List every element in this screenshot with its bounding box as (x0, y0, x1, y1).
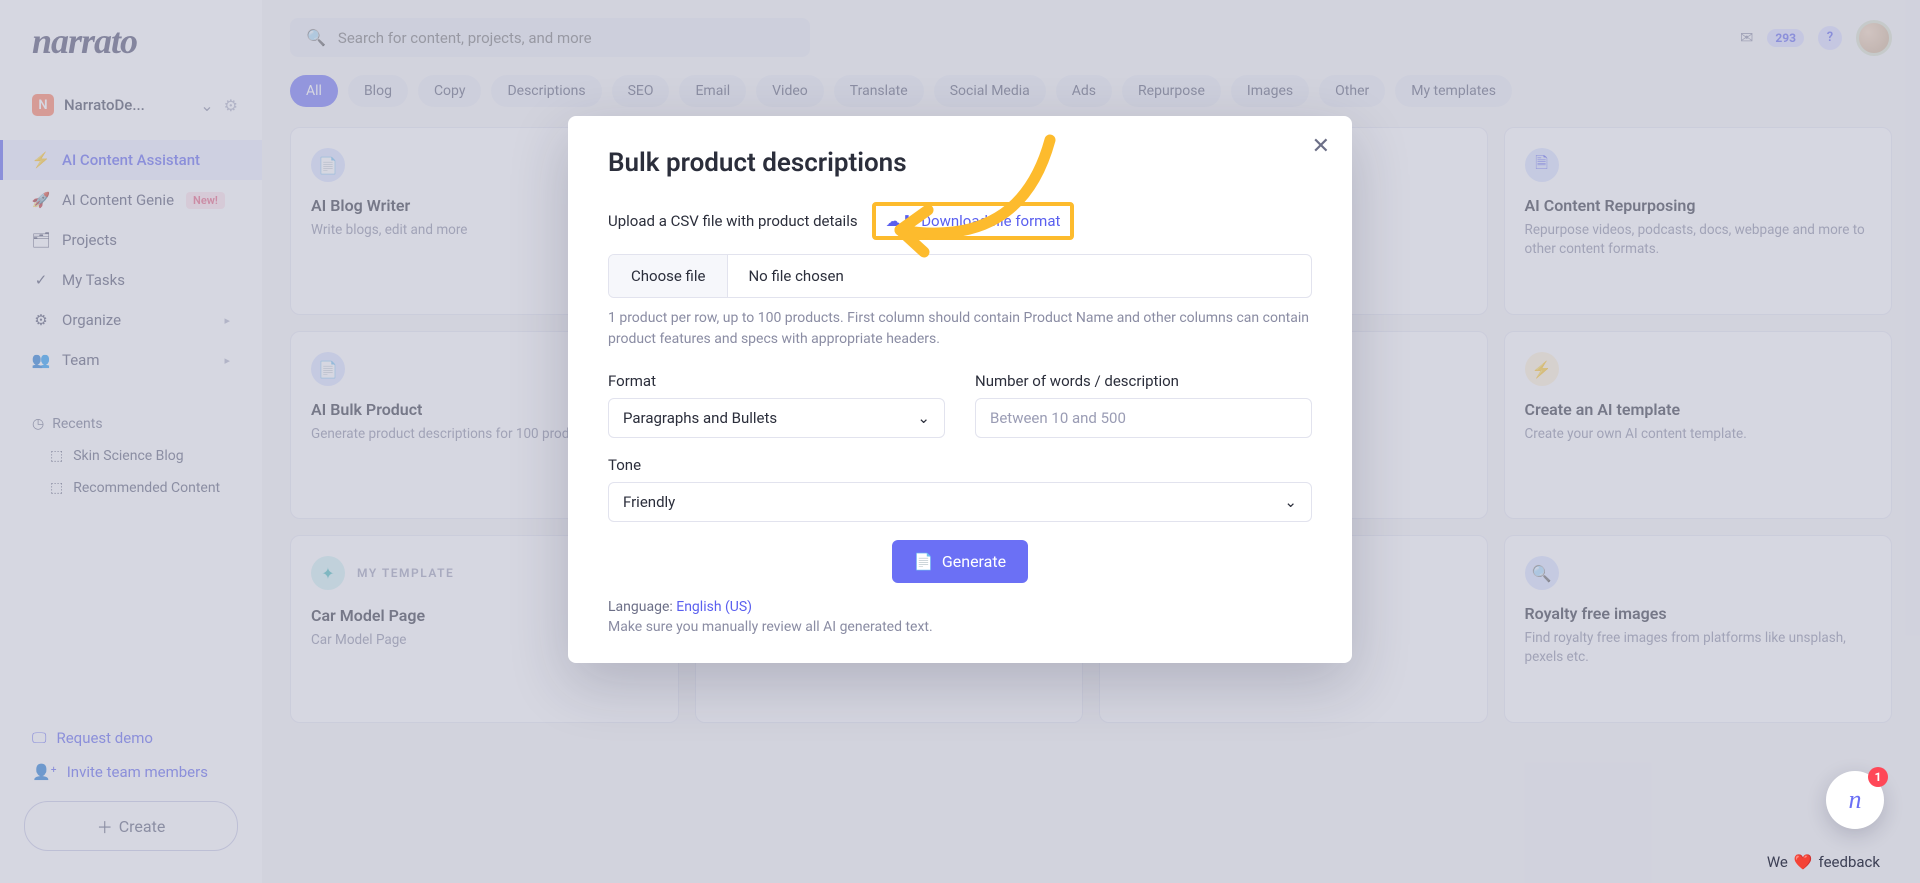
bulk-product-modal: ✕ Bulk product descriptions Upload a CSV… (568, 116, 1352, 663)
file-input-row: Choose file No file chosen (608, 254, 1312, 298)
heart-icon: ❤️ (1794, 853, 1813, 871)
close-button[interactable]: ✕ (1312, 134, 1330, 159)
review-note: Make sure you manually review all AI gen… (608, 619, 1312, 635)
language-link[interactable]: English (US) (676, 599, 752, 615)
chat-bubble-button[interactable]: n 1 (1826, 771, 1884, 829)
choose-file-button[interactable]: Choose file (609, 255, 728, 297)
chevron-down-icon: ⌄ (1284, 493, 1297, 511)
chat-badge: 1 (1868, 767, 1888, 787)
no-file-text: No file chosen (728, 255, 863, 297)
feedback-pill[interactable]: We ❤️ feedback (1767, 853, 1880, 871)
format-label: Format (608, 372, 945, 390)
format-select[interactable]: Paragraphs and Bullets ⌄ (608, 398, 945, 438)
upload-label: Upload a CSV file with product details (608, 212, 858, 230)
download-file-format-link[interactable]: ☁⬇ Download file format (872, 202, 1075, 240)
chevron-down-icon: ⌄ (917, 409, 930, 427)
modal-title: Bulk product descriptions (608, 148, 1312, 178)
brand-n-icon: n (1849, 785, 1862, 815)
file-icon: 📄 (914, 552, 934, 571)
language-row: Language: English (US) (608, 599, 1312, 615)
words-label: Number of words / description (975, 372, 1312, 390)
words-input[interactable]: Between 10 and 500 (975, 398, 1312, 438)
tone-select[interactable]: Friendly ⌄ (608, 482, 1312, 522)
tone-label: Tone (608, 456, 1312, 474)
modal-overlay: ✕ Bulk product descriptions Upload a CSV… (0, 0, 1920, 883)
upload-hint: 1 product per row, up to 100 products. F… (608, 308, 1312, 350)
cloud-download-icon: ☁⬇ (886, 212, 914, 230)
generate-button[interactable]: 📄 Generate (892, 540, 1028, 583)
